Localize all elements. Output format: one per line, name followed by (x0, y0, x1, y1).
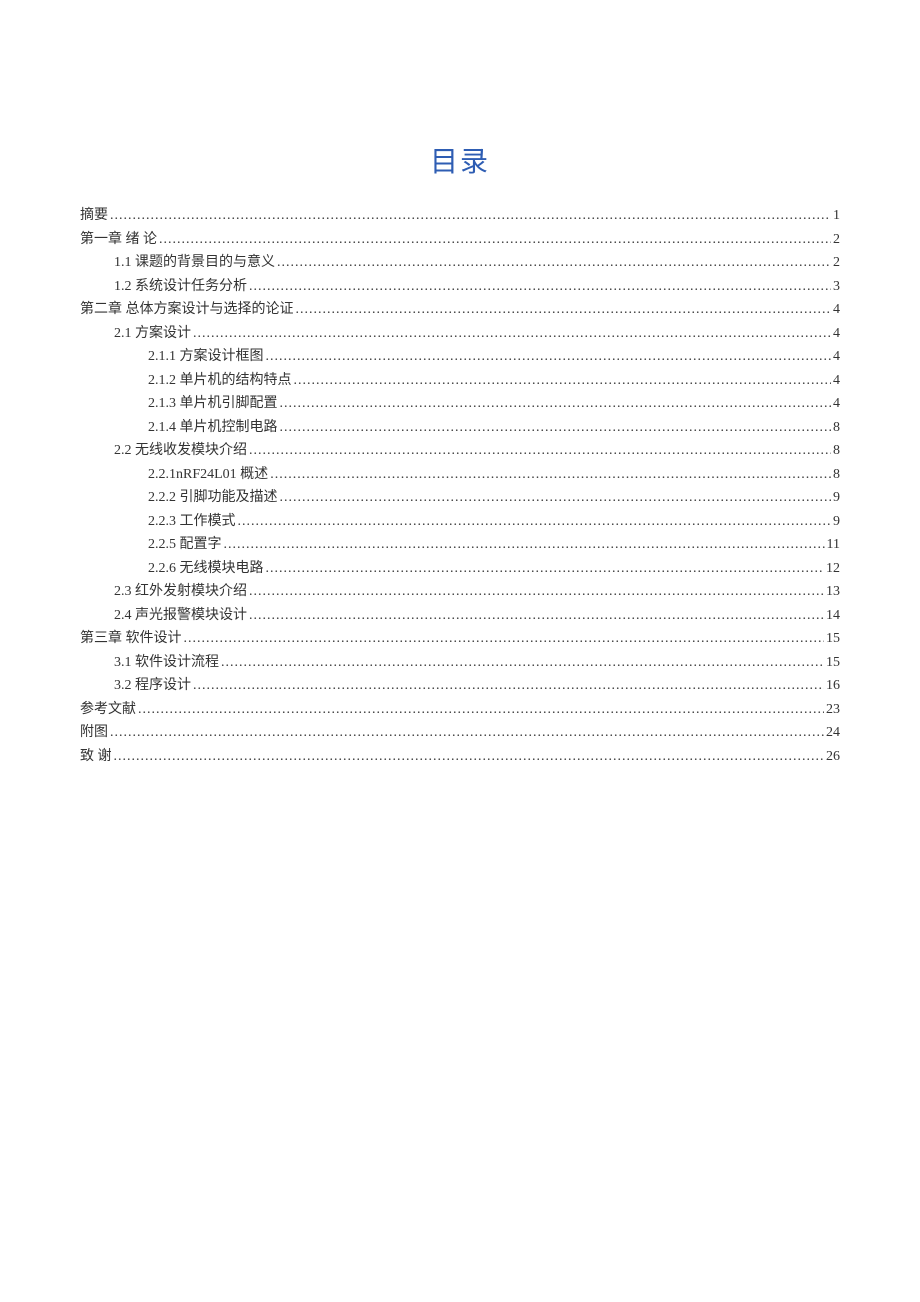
toc-leader-dots (114, 745, 825, 769)
toc-page-number: 2 (833, 228, 840, 252)
toc-entry: 2.2 无线收发模块介绍 8 (80, 439, 840, 463)
toc-leader-dots (280, 486, 832, 510)
toc-entry: 第二章 总体方案设计与选择的论证 4 (80, 298, 840, 322)
toc-label: 2.1.4 单片机控制电路 (148, 416, 278, 440)
toc-entry: 附图 24 (80, 721, 840, 745)
toc-page-number: 4 (833, 369, 840, 393)
toc-page-number: 8 (833, 439, 840, 463)
toc-page-number: 23 (826, 698, 840, 722)
toc-label: 第三章 软件设计 (80, 627, 182, 651)
toc-leader-dots (249, 604, 824, 628)
toc-label: 第二章 总体方案设计与选择的论证 (80, 298, 294, 322)
toc-label: 2.3 红外发射模块介绍 (114, 580, 247, 604)
toc-entry: 2.1.1 方案设计框图 4 (80, 345, 840, 369)
toc-label: 2.2.6 无线模块电路 (148, 557, 264, 581)
toc-entry: 2.2.5 配置字 11 (80, 533, 840, 557)
toc-page-number: 8 (833, 416, 840, 440)
toc-label: 2.4 声光报警模块设计 (114, 604, 247, 628)
toc-entry: 参考文献 23 (80, 698, 840, 722)
toc-entry: 2.3 红外发射模块介绍 13 (80, 580, 840, 604)
toc-entry: 2.1.3 单片机引脚配置 4 (80, 392, 840, 416)
toc-entry: 1.1 课题的背景目的与意义 2 (80, 251, 840, 275)
toc-page-number: 9 (833, 486, 840, 510)
toc-page-number: 26 (826, 745, 840, 769)
toc-entry: 2.1.2 单片机的结构特点 4 (80, 369, 840, 393)
toc-label: 2.2.3 工作模式 (148, 510, 236, 534)
toc-entry: 3.2 程序设计 16 (80, 674, 840, 698)
toc-label: 2.2.2 引脚功能及描述 (148, 486, 278, 510)
toc-entry: 2.4 声光报警模块设计 14 (80, 604, 840, 628)
toc-entry: 2.2.2 引脚功能及描述 9 (80, 486, 840, 510)
toc-label: 2.1.2 单片机的结构特点 (148, 369, 292, 393)
toc-page-number: 2 (833, 251, 840, 275)
toc-page-number: 12 (826, 557, 840, 581)
toc-leader-dots (193, 322, 831, 346)
toc-label: 摘要 (80, 204, 108, 228)
toc-entry: 2.1 方案设计 4 (80, 322, 840, 346)
toc-label: 1.2 系统设计任务分析 (114, 275, 247, 299)
toc-leader-dots (280, 392, 832, 416)
toc-label: 2.2.5 配置字 (148, 533, 222, 557)
toc-page-number: 11 (827, 533, 840, 557)
toc-page-number: 3 (833, 275, 840, 299)
toc-entry: 1.2 系统设计任务分析 3 (80, 275, 840, 299)
toc-leader-dots (277, 251, 831, 275)
toc-leader-dots (266, 557, 825, 581)
toc-page-number: 4 (833, 345, 840, 369)
toc-label: 2.1.1 方案设计框图 (148, 345, 264, 369)
toc-leader-dots (110, 204, 831, 228)
toc-leader-dots (249, 439, 831, 463)
toc-label: 3.2 程序设计 (114, 674, 191, 698)
toc-page-number: 24 (826, 721, 840, 745)
toc-leader-dots (224, 533, 825, 557)
toc-leader-dots (266, 345, 832, 369)
toc-label: 参考文献 (80, 698, 136, 722)
toc-leader-dots (221, 651, 824, 675)
toc-page-number: 4 (833, 322, 840, 346)
toc-label: 2.2 无线收发模块介绍 (114, 439, 247, 463)
toc-page-number: 15 (826, 651, 840, 675)
toc-page-number: 1 (833, 204, 840, 228)
toc-leader-dots (193, 674, 824, 698)
toc-leader-dots (249, 580, 824, 604)
toc-leader-dots (249, 275, 831, 299)
toc-label: 第一章 绪 论 (80, 228, 157, 252)
toc-leader-dots (296, 298, 832, 322)
toc-leader-dots (280, 416, 832, 440)
page-title: 目录 (80, 140, 840, 180)
toc-page-number: 16 (826, 674, 840, 698)
toc-entry: 3.1 软件设计流程 15 (80, 651, 840, 675)
toc-leader-dots (270, 463, 831, 487)
toc-label: 2.2.1nRF24L01 概述 (148, 463, 268, 487)
toc-page-number: 4 (833, 392, 840, 416)
toc-leader-dots (159, 228, 831, 252)
toc-leader-dots (110, 721, 824, 745)
toc-entry: 2.2.3 工作模式 9 (80, 510, 840, 534)
toc-leader-dots (238, 510, 832, 534)
toc-page-number: 15 (826, 627, 840, 651)
toc-label: 2.1.3 单片机引脚配置 (148, 392, 278, 416)
toc-page-number: 13 (826, 580, 840, 604)
toc-page-number: 8 (833, 463, 840, 487)
table-of-contents: 摘要1第一章 绪 论21.1 课题的背景目的与意义21.2 系统设计任务分析3第… (80, 204, 840, 768)
toc-leader-dots (184, 627, 825, 651)
toc-entry: 2.1.4 单片机控制电路 8 (80, 416, 840, 440)
toc-entry: 2.2.6 无线模块电路 12 (80, 557, 840, 581)
toc-entry: 致 谢 26 (80, 745, 840, 769)
toc-leader-dots (294, 369, 832, 393)
toc-page-number: 4 (833, 298, 840, 322)
toc-label: 3.1 软件设计流程 (114, 651, 219, 675)
toc-entry: 第一章 绪 论 2 (80, 228, 840, 252)
toc-page-number: 9 (833, 510, 840, 534)
toc-page-number: 14 (826, 604, 840, 628)
toc-label: 致 谢 (80, 745, 112, 769)
toc-entry: 第三章 软件设计 15 (80, 627, 840, 651)
toc-entry: 2.2.1nRF24L01 概述 8 (80, 463, 840, 487)
toc-label: 1.1 课题的背景目的与意义 (114, 251, 275, 275)
toc-label: 附图 (80, 721, 108, 745)
toc-label: 2.1 方案设计 (114, 322, 191, 346)
toc-entry: 摘要 1 (80, 204, 840, 228)
toc-leader-dots (138, 698, 824, 722)
